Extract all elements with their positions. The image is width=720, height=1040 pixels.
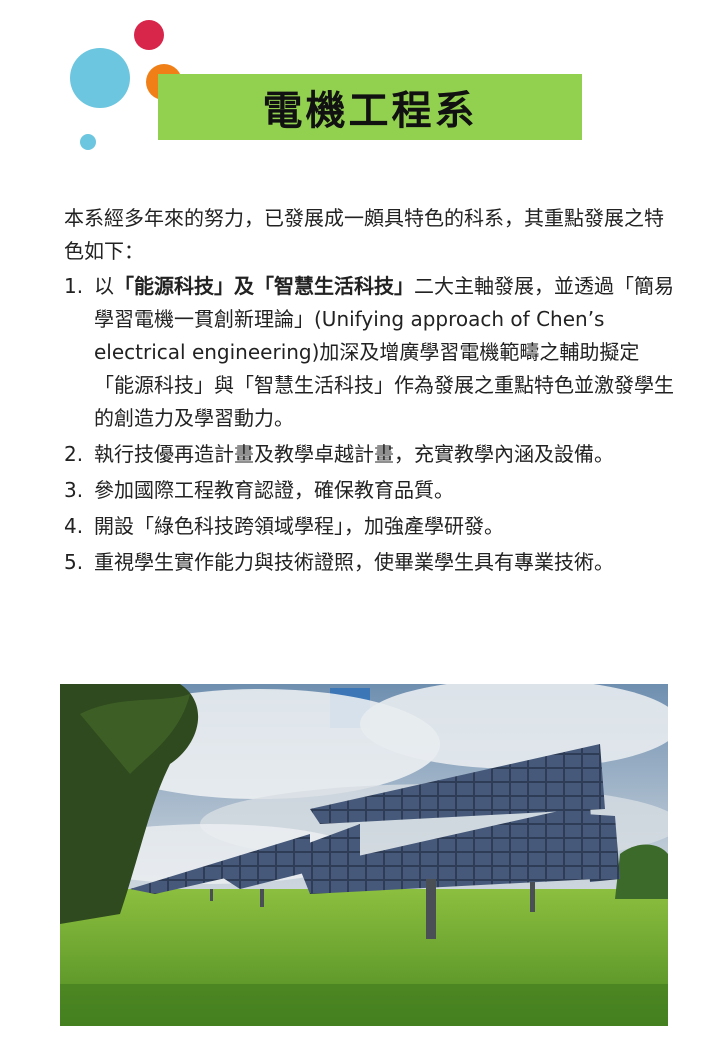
list-text: 執行技優再造計畫及教學卓越計畫，充實教學內涵及設備。 [94,442,614,466]
list-text: 參加國際工程教育認證，確保教育品質。 [94,478,454,502]
intro-paragraph: 本系經多年來的努力，已發展成一頗具特色的科系，其重點發展之特色如下： [64,206,664,263]
list-number: 3. [64,478,84,502]
solar-panel-photo [60,684,668,1026]
decorative-circle-blue-large [70,48,130,108]
list-number: 5. [64,550,84,574]
list-prefix: 以 [94,274,114,298]
solar-field-illustration [60,684,668,1026]
description-body: 本系經多年來的努力，已發展成一頗具特色的科系，其重點發展之特色如下： 1. 以「能… [64,202,676,582]
page-title: 電機工程系 [262,88,478,134]
list-item: 3. 參加國際工程教育認證，確保教育品質。 [64,474,676,507]
list-number: 1. [64,274,84,298]
title-banner: 電機工程系 [158,74,582,140]
decorative-circle-blue-small [80,134,96,150]
list-item: 4. 開設「綠色科技跨領域學程」，加強產學研發。 [64,510,676,543]
list-bold-text: 「能源科技」及「智慧生活科技」 [114,274,414,298]
feature-list: 1. 以「能源科技」及「智慧生活科技」二大主軸發展，並透過「簡易學習電機一貫創新理… [64,270,676,579]
list-item: 5. 重視學生實作能力與技術證照，使畢業學生具有專業技術。 [64,546,676,579]
list-item: 2. 執行技優再造計畫及教學卓越計畫，充實教學內涵及設備。 [64,438,676,471]
list-text: 重視學生實作能力與技術證照，使畢業學生具有專業技術。 [94,550,614,574]
list-text: 開設「綠色科技跨領域學程」，加強產學研發。 [94,514,504,538]
decorative-circle-red [134,20,164,50]
list-number: 4. [64,514,84,538]
list-number: 2. [64,442,84,466]
list-item: 1. 以「能源科技」及「智慧生活科技」二大主軸發展，並透過「簡易學習電機一貫創新理… [64,270,676,435]
